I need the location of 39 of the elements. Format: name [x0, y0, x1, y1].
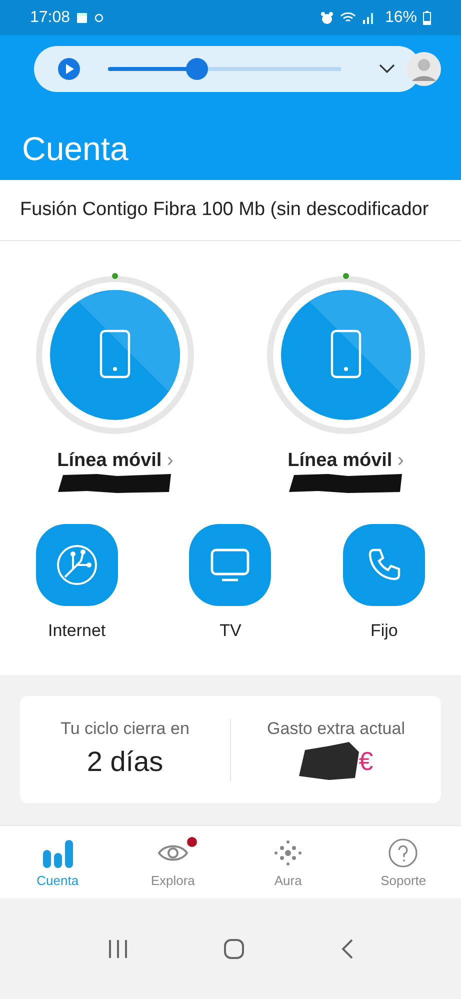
battery-icon: [423, 10, 431, 24]
dots-cluster-icon: [273, 838, 304, 868]
monitor-icon: [210, 548, 250, 582]
service-button[interactable]: [189, 524, 272, 606]
nav-tab[interactable]: Soporte: [346, 826, 461, 898]
summary-label: Gasto extra actual: [267, 718, 405, 738]
bar-chart-icon: [42, 838, 74, 868]
mobile-line-gauge[interactable]: [35, 273, 196, 435]
help-icon: [388, 838, 418, 868]
status-time: 17:08: [30, 8, 70, 26]
nav-tab[interactable]: Cuenta: [0, 826, 116, 898]
service-label: Internet: [48, 621, 106, 641]
home-icon[interactable]: [223, 938, 246, 960]
nav-tab[interactable]: Explora: [115, 826, 230, 898]
phone-icon: [366, 547, 402, 583]
summary-label: Tu ciclo cierra en: [60, 718, 190, 738]
service-button[interactable]: [36, 524, 118, 606]
wifi-icon: [340, 11, 356, 24]
summary-value: €: [358, 746, 374, 777]
page-title: Cuenta: [21, 129, 130, 168]
calendar-icon: [76, 12, 88, 24]
battery-percent: 16%: [384, 8, 417, 26]
nav-tab[interactable]: Aura: [230, 826, 346, 898]
line-link[interactable]: Línea móvil ›: [57, 450, 174, 472]
service-label: TV: [220, 621, 242, 641]
service-button[interactable]: [343, 524, 426, 606]
chevron-down-icon[interactable]: [379, 64, 395, 74]
recent-apps-icon[interactable]: [107, 938, 130, 958]
line-link[interactable]: Línea móvil ›: [288, 450, 404, 472]
avatar-icon[interactable]: [407, 52, 441, 86]
service-label: Fijo: [370, 621, 398, 641]
play-icon[interactable]: [58, 58, 80, 80]
plan-name: Fusión Contigo Fibra 100 Mb (sin descodificador: [0, 180, 461, 241]
back-icon[interactable]: [340, 938, 354, 960]
summary-value: 2 días: [86, 746, 164, 778]
signal-icon: [362, 12, 375, 24]
ring-icon: [94, 12, 104, 22]
network-branch-icon: [54, 543, 99, 587]
mobile-line-gauge[interactable]: [266, 273, 426, 435]
